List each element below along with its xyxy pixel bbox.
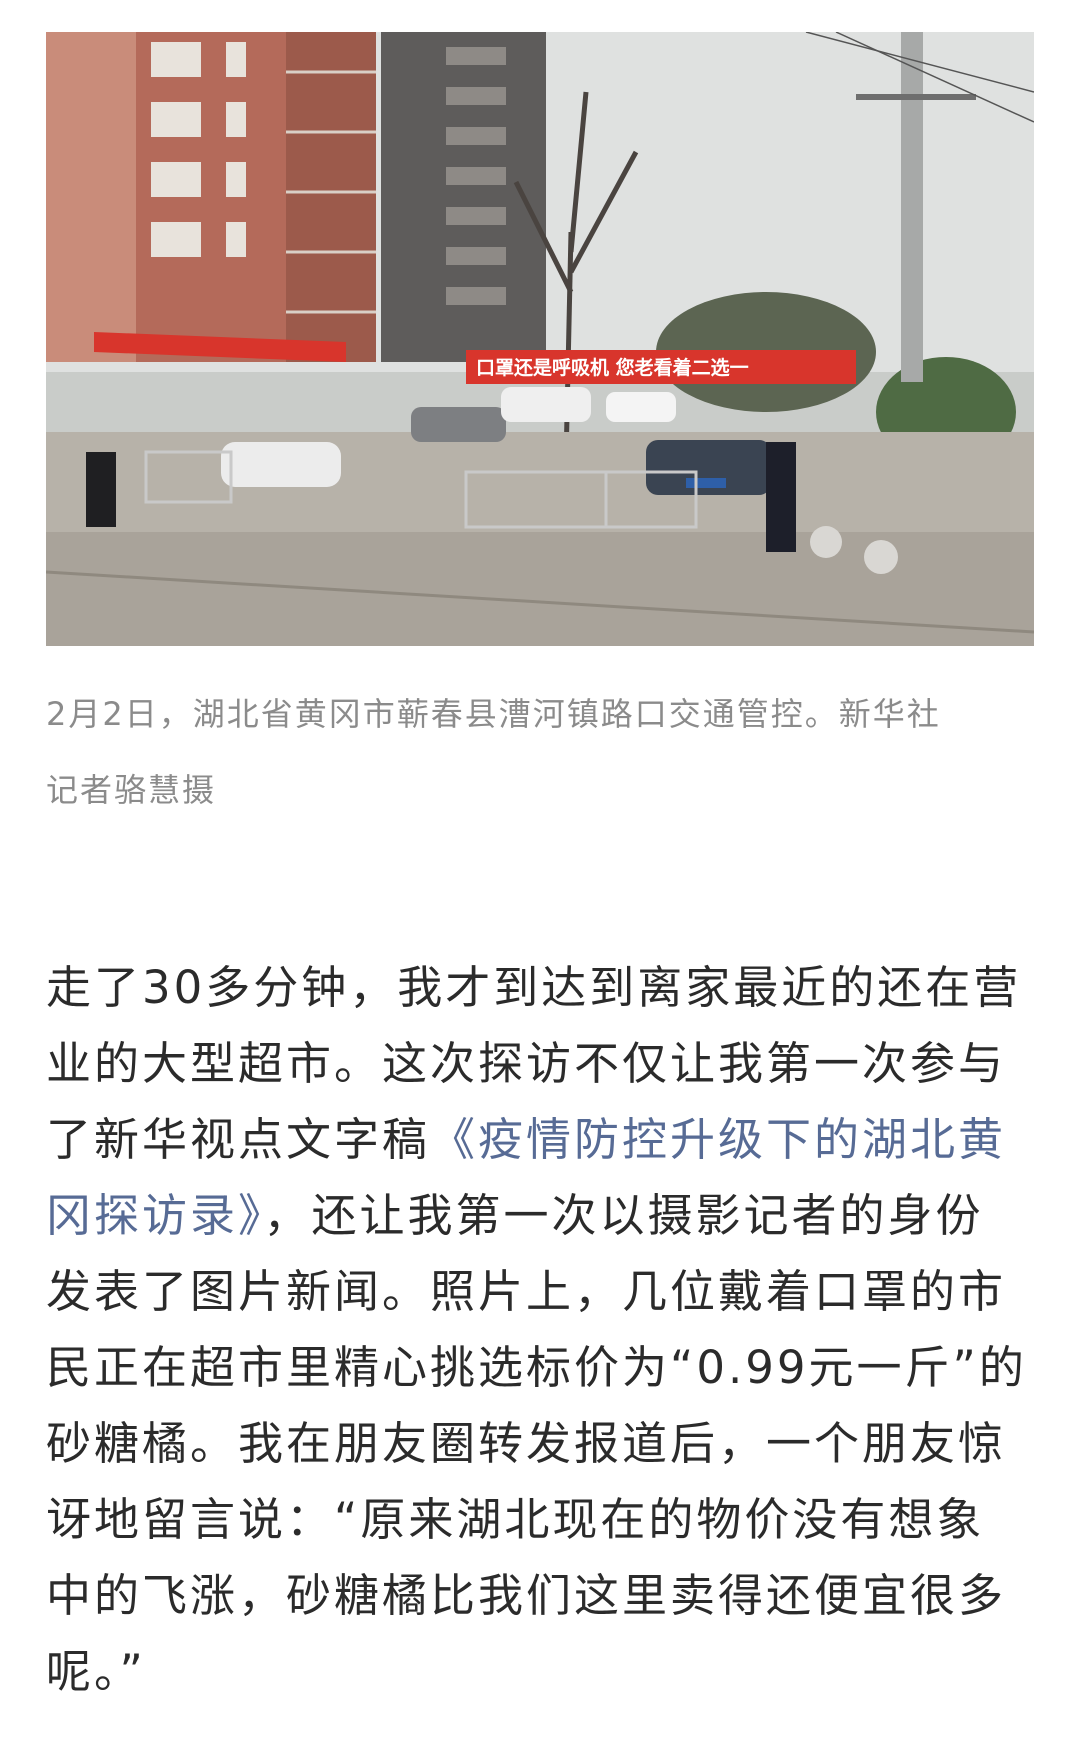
article: 口罩还是呼吸机 您老看着二选一 2月2日，湖北省黄冈市蕲春县漕河镇路口交通管控。… bbox=[0, 0, 1080, 1760]
paragraph-line: 冈探访录》，还让我第一次以摄影记者的身份 bbox=[46, 1178, 1046, 1254]
news-photo[interactable]: 口罩还是呼吸机 您老看着二选一 bbox=[46, 32, 1034, 646]
paragraph-line: 了新华视点文字稿《疫情防控升级下的湖北黄 bbox=[46, 1102, 1046, 1178]
paragraph-line: 走了30多分钟，我才到达到离家最近的还在营 bbox=[46, 961, 1022, 1014]
caption-line-1: 2月2日，湖北省黄冈市蕲春县漕河镇路口交通管控。新华社 bbox=[46, 695, 941, 733]
article-paragraph: 走了30多分钟，我才到达到离家最近的还在营 业的大型超市。这次探访不仅让我第一次… bbox=[46, 950, 1046, 1710]
paragraph-line: 发表了图片新闻。照片上，几位戴着口罩的市 bbox=[46, 1265, 1007, 1318]
banner-text: 口罩还是呼吸机 您老看着二选一 bbox=[476, 356, 749, 379]
caption-line-2: 记者骆慧摄 bbox=[46, 771, 217, 809]
paragraph-line: 讶地留言说：“原来湖北现在的物价没有想象 bbox=[46, 1493, 985, 1546]
paragraph-line: 砂糖橘。我在朋友圈转发报道后，一个朋友惊 bbox=[46, 1417, 1007, 1470]
paragraph-line: 呢。” bbox=[46, 1645, 146, 1698]
article-link[interactable]: 《疫情防控升级下的湖北黄 bbox=[430, 1113, 1006, 1166]
article-link[interactable]: 冈探访录》 bbox=[46, 1189, 264, 1242]
paragraph-line: 中的飞涨，砂糖橘比我们这里卖得还便宜很多 bbox=[46, 1569, 1007, 1622]
paragraph-text: ，还让我第一次以摄影记者的身份 bbox=[263, 1189, 984, 1242]
photo-caption: 2月2日，湖北省黄冈市蕲春县漕河镇路口交通管控。新华社 记者骆慧摄 bbox=[46, 676, 1046, 828]
paragraph-line: 业的大型超市。这次探访不仅让我第一次参与 bbox=[46, 1037, 1007, 1090]
street-scene-image: 口罩还是呼吸机 您老看着二选一 bbox=[46, 32, 1034, 646]
paragraph-text: 了新华视点文字稿 bbox=[46, 1113, 431, 1166]
paragraph-line: 民正在超市里精心挑选标价为“0.99元一斤”的 bbox=[46, 1341, 1027, 1394]
